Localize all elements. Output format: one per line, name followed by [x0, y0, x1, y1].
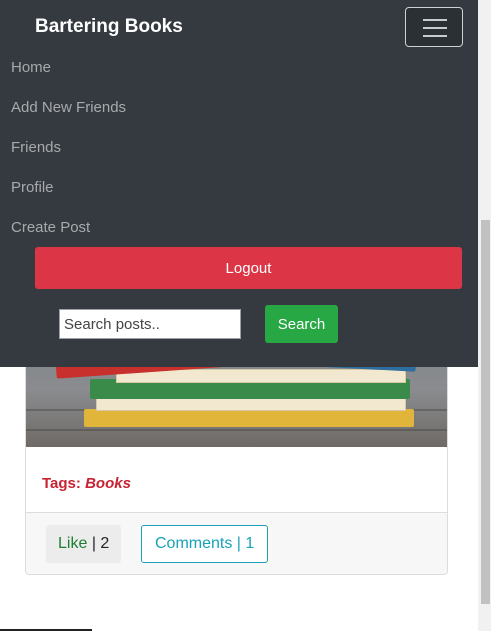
comments-button[interactable]: Comments | 1 [141, 525, 269, 563]
like-label: Like [58, 535, 88, 552]
scrollbar-thumb[interactable] [481, 220, 490, 604]
book-shape [84, 409, 414, 427]
tag-value[interactable]: Books [85, 475, 131, 492]
nav-item-friends[interactable]: Friends [11, 139, 61, 156]
post-card-body: Tags: Books [26, 447, 447, 512]
like-count: 2 [100, 535, 110, 552]
nav-item-create-post[interactable]: Create Post [11, 219, 90, 236]
logout-button[interactable]: Logout [35, 247, 462, 289]
search-input[interactable] [59, 309, 241, 339]
nav-item-home[interactable]: Home [11, 59, 51, 76]
book-pages-shape [96, 397, 406, 411]
search-button[interactable]: Search [265, 305, 338, 343]
page-scrollbar[interactable] [478, 0, 491, 631]
navbar-toggler-button[interactable] [405, 7, 463, 47]
nav-item-add-new-friends[interactable]: Add New Friends [11, 99, 126, 116]
tags-label: Tags: [42, 475, 81, 492]
wood-plank-line [26, 429, 447, 431]
navbar-brand[interactable]: Bartering Books [35, 16, 183, 38]
like-button[interactable]: Like | 2 [46, 525, 122, 563]
navbar: Bartering Books Home Add New Friends Fri… [0, 0, 478, 367]
like-separator: | [91, 535, 96, 552]
post-card-footer: Like | 2 Comments | 1 [26, 512, 447, 574]
post-tags: Tags: Books [42, 475, 131, 492]
nav-item-profile[interactable]: Profile [11, 179, 54, 196]
